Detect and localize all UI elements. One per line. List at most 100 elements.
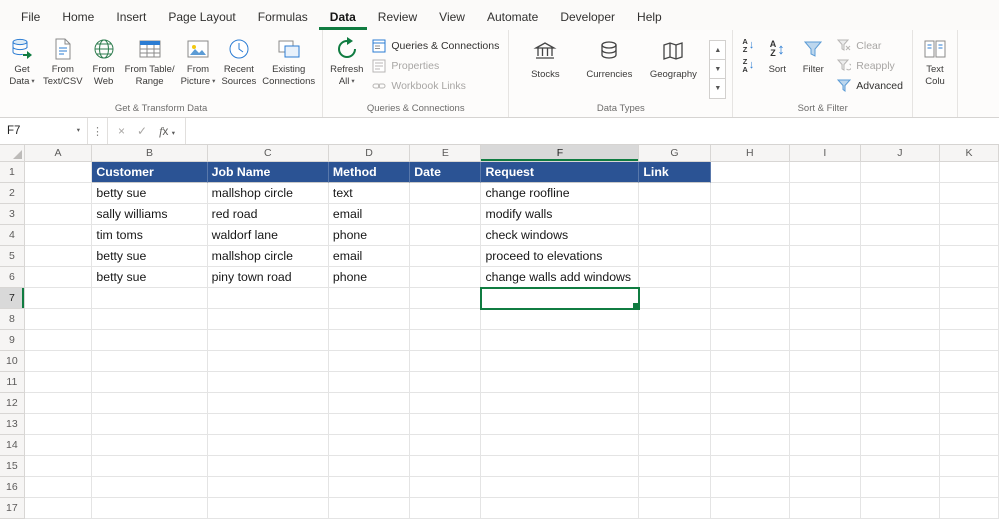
cell-J5[interactable] <box>860 246 941 267</box>
cell-D2[interactable]: text <box>328 183 411 204</box>
cell-D13[interactable] <box>328 414 411 435</box>
cell-E12[interactable] <box>410 393 482 414</box>
cell-E9[interactable] <box>410 330 482 351</box>
column-header-C[interactable]: C <box>207 145 329 162</box>
cell-B6[interactable]: betty sue <box>92 267 208 288</box>
cell-G10[interactable] <box>639 351 711 372</box>
cell-B7[interactable] <box>92 288 208 309</box>
cell-I7[interactable] <box>789 288 861 309</box>
row-header-15[interactable]: 15 <box>0 456 25 477</box>
cell-B4[interactable]: tim toms <box>92 225 208 246</box>
cell-D17[interactable] <box>328 498 411 519</box>
cell-K15[interactable] <box>940 456 999 477</box>
ribbon-tab-developer[interactable]: Developer <box>549 3 626 30</box>
cell-J4[interactable] <box>860 225 941 246</box>
cell-K14[interactable] <box>940 435 999 456</box>
cell-H6[interactable] <box>710 267 790 288</box>
formula-input[interactable] <box>186 118 999 144</box>
cell-H14[interactable] <box>710 435 790 456</box>
cell-H8[interactable] <box>710 309 790 330</box>
cell-D16[interactable] <box>328 477 411 498</box>
cell-J9[interactable] <box>860 330 941 351</box>
cell-D14[interactable] <box>328 435 411 456</box>
cell-G11[interactable] <box>639 372 711 393</box>
cell-K2[interactable] <box>940 183 999 204</box>
sort-descending-button[interactable]: Z A ↓ <box>737 56 759 75</box>
column-header-A[interactable]: A <box>24 145 93 162</box>
cell-A2[interactable] <box>24 183 93 204</box>
recent-sources-button[interactable]: Recent Sources <box>218 31 259 90</box>
cell-K8[interactable] <box>940 309 999 330</box>
cell-E15[interactable] <box>410 456 482 477</box>
cell-E14[interactable] <box>410 435 482 456</box>
cell-J17[interactable] <box>860 498 941 519</box>
row-header-7[interactable]: 7 <box>0 288 25 309</box>
cell-K12[interactable] <box>940 393 999 414</box>
cell-C17[interactable] <box>207 498 329 519</box>
cell-A5[interactable] <box>24 246 93 267</box>
cell-I1[interactable] <box>789 162 861 183</box>
column-header-D[interactable]: D <box>328 145 411 162</box>
cell-B16[interactable] <box>92 477 208 498</box>
cell-B15[interactable] <box>92 456 208 477</box>
cell-J13[interactable] <box>860 414 941 435</box>
cell-F12[interactable] <box>481 393 640 414</box>
cell-I3[interactable] <box>789 204 861 225</box>
cell-A12[interactable] <box>24 393 93 414</box>
stocks-button[interactable]: Stocks <box>513 34 577 82</box>
cell-A1[interactable] <box>24 162 93 183</box>
cell-J14[interactable] <box>860 435 941 456</box>
cell-K4[interactable] <box>940 225 999 246</box>
column-header-B[interactable]: B <box>92 145 208 162</box>
cell-J15[interactable] <box>860 456 941 477</box>
formula-bar-handle[interactable]: ⋮ <box>88 118 108 144</box>
advanced-filter-button[interactable]: Advanced <box>831 76 908 95</box>
cell-C16[interactable] <box>207 477 329 498</box>
cell-H2[interactable] <box>710 183 790 204</box>
cancel-icon[interactable]: × <box>118 124 125 138</box>
cell-I16[interactable] <box>789 477 861 498</box>
row-header-14[interactable]: 14 <box>0 435 25 456</box>
ribbon-tab-formulas[interactable]: Formulas <box>247 3 319 30</box>
cell-D6[interactable]: phone <box>328 267 411 288</box>
ribbon-tab-insert[interactable]: Insert <box>105 3 157 30</box>
queries-connections-button[interactable]: Queries & Connections <box>366 36 504 55</box>
enter-icon[interactable]: ✓ <box>137 124 147 138</box>
cell-D4[interactable]: phone <box>328 225 411 246</box>
cell-F2[interactable]: change roofline <box>481 183 640 204</box>
filter-button[interactable]: Filter <box>795 31 831 78</box>
cell-J6[interactable] <box>860 267 941 288</box>
cell-E4[interactable] <box>410 225 482 246</box>
cell-I2[interactable] <box>789 183 861 204</box>
cell-C14[interactable] <box>207 435 329 456</box>
cell-K1[interactable] <box>940 162 999 183</box>
cell-B5[interactable]: betty sue <box>92 246 208 267</box>
cell-F3[interactable]: modify walls <box>481 204 640 225</box>
cell-F7[interactable] <box>480 287 641 310</box>
cell-J1[interactable] <box>860 162 941 183</box>
cell-J3[interactable] <box>860 204 941 225</box>
cell-K17[interactable] <box>940 498 999 519</box>
cell-B17[interactable] <box>92 498 208 519</box>
cell-H10[interactable] <box>710 351 790 372</box>
ribbon-tab-view[interactable]: View <box>428 3 476 30</box>
cell-B1[interactable]: Customer <box>92 162 208 183</box>
cell-F9[interactable] <box>481 330 640 351</box>
cell-G2[interactable] <box>639 183 711 204</box>
cell-B9[interactable] <box>92 330 208 351</box>
cell-F4[interactable]: check windows <box>481 225 640 246</box>
cell-B14[interactable] <box>92 435 208 456</box>
cell-E16[interactable] <box>410 477 482 498</box>
column-header-K[interactable]: K <box>940 145 999 162</box>
cell-G12[interactable] <box>639 393 711 414</box>
row-header-16[interactable]: 16 <box>0 477 25 498</box>
cell-C10[interactable] <box>207 351 329 372</box>
cell-E6[interactable] <box>410 267 482 288</box>
row-header-9[interactable]: 9 <box>0 330 25 351</box>
cell-F15[interactable] <box>481 456 640 477</box>
clear-filter-button[interactable]: Clear <box>831 36 908 55</box>
currencies-button[interactable]: Currencies <box>577 34 641 82</box>
from-table-range-button[interactable]: From Table/Range <box>122 31 178 90</box>
cell-F5[interactable]: proceed to elevations <box>481 246 640 267</box>
cell-F13[interactable] <box>481 414 640 435</box>
